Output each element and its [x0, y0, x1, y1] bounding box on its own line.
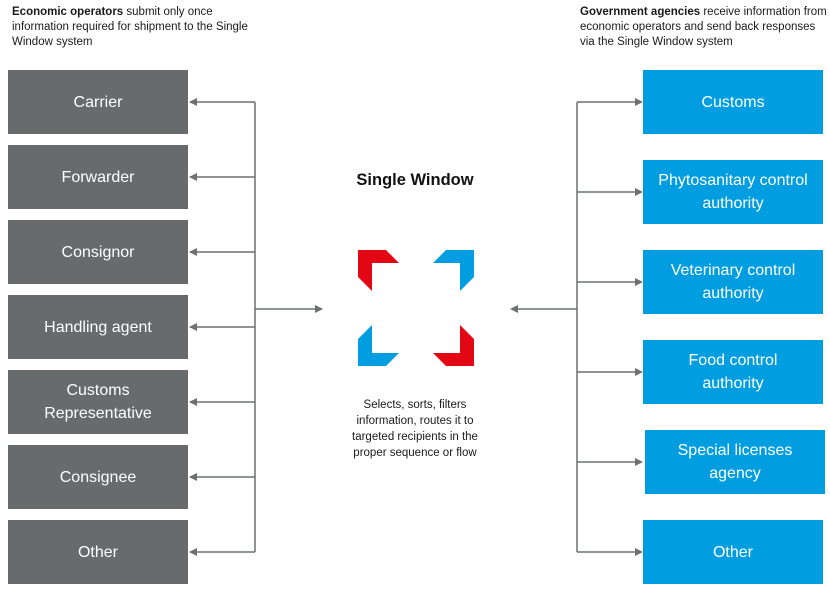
agency-arrow-head [635, 278, 643, 286]
agency-box-phytosanitary: Phytosanitary control authority [643, 160, 823, 224]
agency-box-other: Other [643, 520, 823, 584]
operator-box-consignor: Consignor [8, 220, 188, 284]
operator-label: Other [77, 543, 118, 561]
agency-label: Special licenses agency [677, 442, 793, 482]
agency-box-food-control: Food control authority [643, 340, 823, 404]
logo-corner-bottom-right [433, 325, 474, 366]
agency-label: Food control authority [688, 352, 778, 392]
operator-label: Carrier [73, 93, 123, 111]
agency-box-customs: Customs [643, 70, 823, 134]
single-window-title: Single Window [356, 171, 474, 189]
center-arrow-head-left [315, 305, 323, 313]
operator-box-consignee: Consignee [8, 445, 188, 509]
operator-arrow-head [189, 323, 197, 331]
operator-box-carrier: Carrier [8, 70, 188, 134]
operator-label: Handling agent [44, 318, 152, 336]
operator-label: Consignor [61, 243, 135, 261]
single-window-description: Selects, sorts, filters information, rou… [352, 399, 478, 459]
operator-arrow-head [189, 98, 197, 106]
agency-label: Other [712, 543, 753, 561]
operator-arrow-head [189, 248, 197, 256]
center-arrow-head-right [510, 305, 518, 313]
logo-corner-top-left [358, 250, 399, 291]
operator-label: Consignee [59, 468, 137, 486]
agency-box-special-licenses: Special licenses agency [645, 430, 825, 494]
logo-corner-bottom-left [358, 325, 399, 366]
operator-arrow-head [189, 473, 197, 481]
logo-corner-top-right [433, 250, 474, 291]
operator-arrow-head [189, 548, 197, 556]
agency-arrow-head [635, 98, 643, 106]
operator-box-customs-representative: Customs Representative [8, 370, 188, 434]
operator-label: Forwarder [61, 168, 135, 186]
agency-arrow-head [635, 368, 643, 376]
operator-arrow-head [189, 398, 197, 406]
operator-box-other: Other [8, 520, 188, 584]
operator-arrow-head [189, 173, 197, 181]
four-corner-brackets-icon [358, 250, 474, 366]
agency-arrow-head [635, 188, 643, 196]
operator-box-forwarder: Forwarder [8, 145, 188, 209]
agency-label: Customs [701, 93, 765, 111]
agency-label: Phytosanitary control authority [658, 172, 808, 212]
operator-label: Customs Representative [44, 382, 152, 422]
agency-arrow-head [635, 548, 643, 556]
operator-box-handling-agent: Handling agent [8, 295, 188, 359]
agency-label: Veterinary control authority [670, 262, 796, 302]
agency-arrow-head [635, 458, 643, 466]
agency-box-veterinary: Veterinary control authority [643, 250, 823, 314]
